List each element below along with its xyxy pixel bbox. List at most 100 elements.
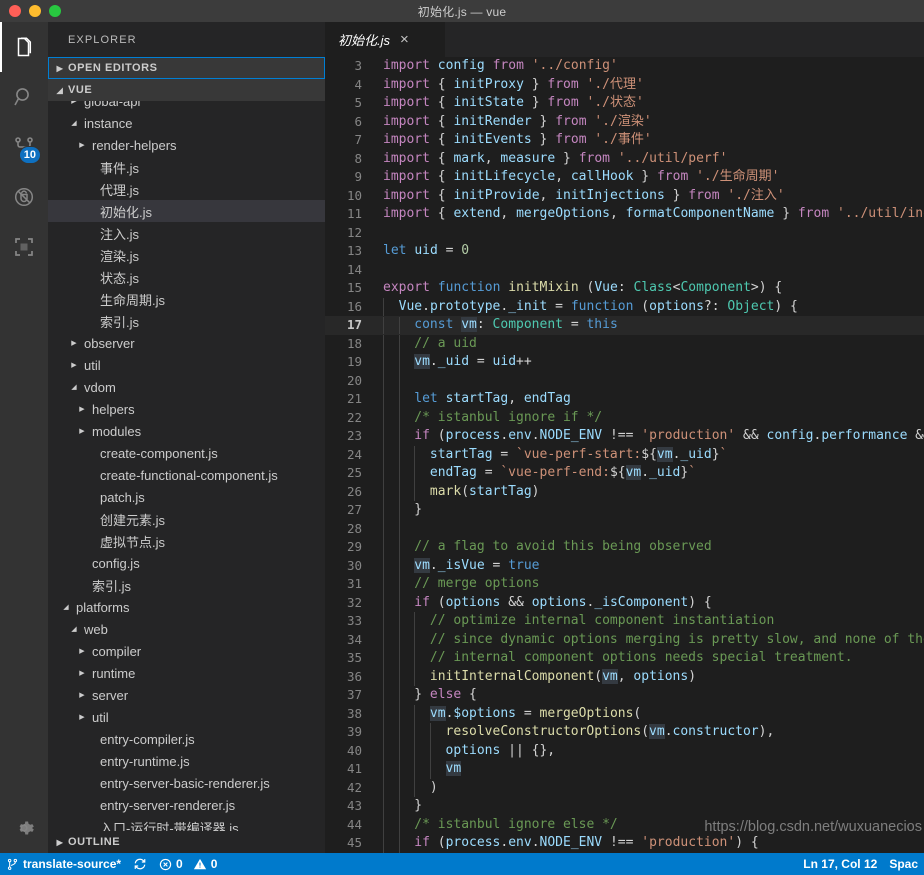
- tree-file[interactable]: config.js: [48, 552, 325, 574]
- status-sync[interactable]: [127, 853, 153, 875]
- code-line[interactable]: 39 resolveConstructorOptions(vm.construct…: [325, 723, 924, 742]
- status-indentation[interactable]: Spac: [883, 853, 924, 875]
- tree-folder[interactable]: ▶ render-helpers: [48, 134, 325, 156]
- code-line[interactable]: 26 mark(startTag): [325, 482, 924, 501]
- code-line[interactable]: 37} else {: [325, 686, 924, 705]
- window-controls[interactable]: [0, 5, 61, 17]
- code-line[interactable]: 6 import { initRender } from './渲染': [325, 113, 924, 132]
- activity-item-search[interactable]: [0, 72, 48, 122]
- tree-file[interactable]: 索引.js: [48, 574, 325, 596]
- section-open-editors[interactable]: ▶ OPEN EDITORS: [48, 57, 325, 79]
- section-outline[interactable]: ▶ OUTLINE: [48, 831, 325, 853]
- code-line[interactable]: 18 // a uid: [325, 334, 924, 353]
- tree-folder[interactable]: ▶ server: [48, 684, 325, 706]
- tree-folder[interactable]: ▶ util: [48, 354, 325, 376]
- code-line[interactable]: 11 import { extend, mergeOptions, formatC…: [325, 205, 924, 224]
- code-line[interactable]: 33 // optimize internal component instant…: [325, 612, 924, 631]
- code-line[interactable]: 42): [325, 778, 924, 797]
- tree-file[interactable]: create-functional-component.js: [48, 464, 325, 486]
- code-line[interactable]: 38 vm.$options = mergeOptions(: [325, 704, 924, 723]
- code-line[interactable]: 46initProxy(vm): [325, 852, 924, 853]
- tree-file[interactable]: 状态.js: [48, 266, 325, 288]
- code-line[interactable]: 43}: [325, 797, 924, 816]
- tree-file[interactable]: 生命周期.js: [48, 288, 325, 310]
- tree-file[interactable]: 虚拟节点.js: [48, 530, 325, 552]
- tree-file[interactable]: entry-compiler.js: [48, 728, 325, 750]
- tree-file[interactable]: 注入.js: [48, 222, 325, 244]
- code-line[interactable]: 15 export function initMixin (Vue: Class<…: [325, 279, 924, 298]
- tree-file[interactable]: 索引.js: [48, 310, 325, 332]
- code-line[interactable]: 28: [325, 519, 924, 538]
- code-line[interactable]: 3 import config from '../config': [325, 57, 924, 76]
- tree-file[interactable]: 初始化.js: [48, 200, 325, 222]
- activity-item-explorer[interactable]: [0, 22, 48, 72]
- code-line[interactable]: 17 const vm: Component = this: [325, 316, 924, 335]
- tree-folder[interactable]: ▶ global-api: [48, 101, 325, 112]
- code-line[interactable]: 36 initInternalComponent(vm, options): [325, 667, 924, 686]
- status-cursor-position[interactable]: Ln 17, Col 12: [797, 853, 883, 875]
- tree-file[interactable]: 入口-运行时-带编译器.js: [48, 816, 325, 832]
- status-problems[interactable]: 0 0: [153, 853, 223, 875]
- file-tree[interactable]: ▶ global-api ◢ instance ▶ render-helpers 事件.js…: [48, 101, 325, 831]
- close-window-button[interactable]: [9, 5, 21, 17]
- code-line[interactable]: 14: [325, 261, 924, 280]
- tree-folder[interactable]: ◢ instance: [48, 112, 325, 134]
- status-branch[interactable]: translate-source*: [0, 853, 127, 875]
- code-line[interactable]: 4 import { initProxy } from './代理': [325, 76, 924, 95]
- code-line[interactable]: 16 Vue.prototype._init = function (option…: [325, 297, 924, 316]
- code-line[interactable]: 22 /* istanbul ignore if */: [325, 408, 924, 427]
- tree-folder[interactable]: ▶ runtime: [48, 662, 325, 684]
- tree-file[interactable]: 创建元素.js: [48, 508, 325, 530]
- tab-chushihua-js[interactable]: 初始化.js ×: [325, 22, 445, 57]
- tree-folder[interactable]: ▶ helpers: [48, 398, 325, 420]
- tree-file[interactable]: patch.js: [48, 486, 325, 508]
- tree-file[interactable]: 渲染.js: [48, 244, 325, 266]
- code-line[interactable]: 10 import { initProvide, initInjections }…: [325, 187, 924, 206]
- code-line[interactable]: 45 if (process.env.NODE_ENV !== 'producti…: [325, 834, 924, 853]
- tree-file[interactable]: entry-runtime.js: [48, 750, 325, 772]
- activity-item-source-control[interactable]: 10: [0, 122, 48, 172]
- tree-file[interactable]: create-component.js: [48, 442, 325, 464]
- code-line[interactable]: 19 vm._uid = uid++: [325, 353, 924, 372]
- code-line[interactable]: 34 // since dynamic options merging is pr…: [325, 630, 924, 649]
- minimize-window-button[interactable]: [29, 5, 41, 17]
- code-line[interactable]: 12: [325, 224, 924, 243]
- code-line[interactable]: 29 // a flag to avoid this being observed: [325, 538, 924, 557]
- activity-item-manage[interactable]: [0, 803, 48, 853]
- tree-folder[interactable]: ▶ compiler: [48, 640, 325, 662]
- tree-file[interactable]: 代理.js: [48, 178, 325, 200]
- code-line[interactable]: 25 endTag = `vue-perf-end:${vm._uid}`: [325, 464, 924, 483]
- close-icon[interactable]: ×: [400, 32, 409, 47]
- code-line[interactable]: 9 import { initLifecycle, callHook } from…: [325, 168, 924, 187]
- code-line[interactable]: 24 startTag = `vue-perf-start:${vm._uid}`: [325, 445, 924, 464]
- code-editor[interactable]: 3 import config from '../config' 4 import {…: [325, 57, 924, 853]
- code-line[interactable]: 44 /* istanbul ignore else */: [325, 815, 924, 834]
- tree-folder[interactable]: ◢ platforms: [48, 596, 325, 618]
- code-line[interactable]: 35 // internal component options needs sp…: [325, 649, 924, 668]
- tree-file[interactable]: entry-server-basic-renderer.js: [48, 772, 325, 794]
- code-line[interactable]: 5 import { initState } from './状态': [325, 94, 924, 113]
- tree-folder[interactable]: ▶ util: [48, 706, 325, 728]
- tree-folder[interactable]: ◢ web: [48, 618, 325, 640]
- code-line[interactable]: 13 let uid = 0: [325, 242, 924, 261]
- tree-file[interactable]: entry-server-renderer.js: [48, 794, 325, 816]
- activity-item-extensions[interactable]: [0, 222, 48, 272]
- code-line[interactable]: 21 let startTag, endTag: [325, 390, 924, 409]
- maximize-window-button[interactable]: [49, 5, 61, 17]
- code-line[interactable]: 27}: [325, 501, 924, 520]
- code-line[interactable]: 31 // merge options: [325, 575, 924, 594]
- code-line[interactable]: 40 options || {},: [325, 741, 924, 760]
- code-line[interactable]: 23 if (process.env.NODE_ENV !== 'producti…: [325, 427, 924, 446]
- code-line[interactable]: 8 import { mark, measure } from '../util/…: [325, 150, 924, 169]
- code-line[interactable]: 20: [325, 371, 924, 390]
- code-line[interactable]: 30 vm._isVue = true: [325, 556, 924, 575]
- tree-folder[interactable]: ▶ modules: [48, 420, 325, 442]
- code-line[interactable]: 32 if (options && options._isComponent) {: [325, 593, 924, 612]
- code-line[interactable]: 7 import { initEvents } from './事件': [325, 131, 924, 150]
- tree-folder[interactable]: ◢ vdom: [48, 376, 325, 398]
- tree-folder[interactable]: ▶ observer: [48, 332, 325, 354]
- code-line[interactable]: 41 vm: [325, 760, 924, 779]
- tree-file[interactable]: 事件.js: [48, 156, 325, 178]
- activity-item-debug[interactable]: [0, 172, 48, 222]
- section-vue[interactable]: ◢ VUE: [48, 79, 325, 101]
